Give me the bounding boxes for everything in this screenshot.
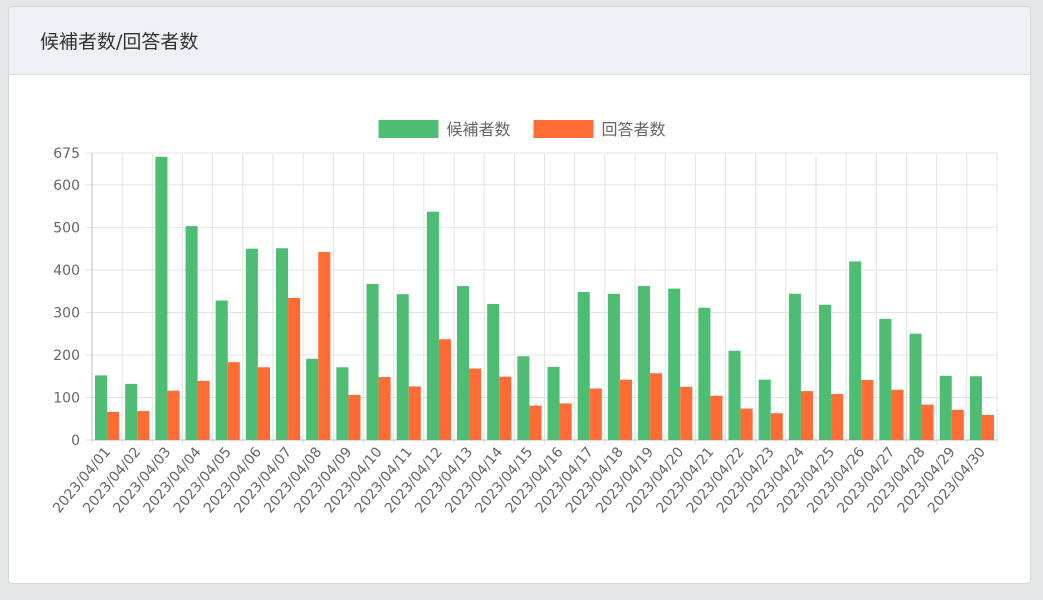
bar-respondents (650, 373, 663, 440)
bar-candidates (728, 350, 741, 440)
bar-respondents (408, 386, 421, 440)
bar-respondents (831, 394, 844, 440)
bar-respondents (227, 362, 240, 440)
legend-label: 回答者数 (602, 120, 666, 139)
y-tick-label: 0 (71, 433, 80, 449)
bar-candidates (396, 294, 409, 440)
bar-candidates (125, 383, 138, 440)
legend-label: 候補者数 (447, 120, 511, 139)
bar-candidates (758, 379, 771, 440)
bar-respondents (589, 388, 602, 440)
bar-candidates (457, 286, 470, 440)
bar-respondents (137, 411, 150, 440)
bar-candidates (638, 286, 651, 440)
bar-respondents (378, 377, 391, 440)
y-tick-label: 600 (53, 178, 80, 194)
bar-candidates (819, 304, 832, 440)
bar-respondents (197, 380, 210, 440)
chart-area: 0 100 200 300 400 500 600 675 2023/04/01 2023/04/… (9, 76, 1030, 583)
bar-respondents (981, 414, 994, 440)
card-title: 候補者数/回答者数 (40, 31, 199, 53)
y-tick-label: 400 (53, 263, 80, 279)
bar-respondents (770, 413, 783, 440)
bar-respondents (559, 403, 572, 440)
bar-candidates (698, 307, 711, 440)
bar-candidates (366, 283, 379, 440)
bar-respondents (348, 394, 361, 440)
y-tick-label: 100 (53, 390, 80, 406)
y-tick-label: 200 (53, 348, 80, 364)
bar-respondents (861, 380, 874, 440)
bar-candidates (969, 376, 982, 440)
bar-candidates (517, 356, 530, 440)
bar-candidates (95, 375, 108, 440)
legend-swatch (533, 120, 594, 138)
bar-candidates (849, 261, 862, 440)
bar-candidates (155, 156, 168, 440)
bar-candidates (185, 226, 198, 440)
bar-candidates (426, 211, 439, 440)
bar-candidates (487, 303, 500, 440)
y-tick-label: 675 (53, 146, 80, 162)
bar-respondents (529, 405, 542, 440)
bar-respondents (951, 409, 964, 440)
bar-candidates (939, 375, 952, 440)
card-header: 候補者数/回答者数 (9, 7, 1030, 75)
bar-candidates (276, 248, 289, 440)
bar-respondents (438, 339, 451, 440)
bar-respondents (469, 368, 482, 440)
bar-candidates (788, 293, 801, 440)
bar-respondents (288, 297, 301, 440)
y-tick-label: 300 (53, 305, 80, 321)
bar-respondents (800, 391, 813, 440)
bar-candidates (879, 318, 892, 440)
bar-candidates (215, 300, 228, 440)
bar-candidates (336, 367, 349, 440)
bar-respondents (740, 408, 753, 440)
chart-card: 候補者数/回答者数 0 100 200 300 400 500 600 675 2023/04/… (8, 6, 1031, 584)
bar-candidates (668, 288, 681, 440)
bar-chart: 01002003004005006006752023/04/012023/04/… (50, 120, 998, 516)
bar-respondents (107, 411, 120, 440)
bar-candidates (547, 366, 560, 440)
legend-swatch (378, 120, 439, 138)
bar-respondents (257, 367, 270, 440)
bar-respondents (921, 404, 934, 440)
bar-respondents (891, 389, 904, 440)
bar-candidates (607, 293, 620, 440)
bar-respondents (499, 376, 512, 440)
bar-respondents (680, 386, 693, 440)
y-tick-label: 500 (53, 220, 80, 236)
bar-respondents (710, 395, 723, 440)
bar-candidates (245, 248, 258, 440)
bar-candidates (909, 333, 922, 440)
bar-candidates (577, 292, 590, 440)
bar-candidates (306, 358, 319, 440)
bar-respondents (167, 390, 180, 440)
bar-respondents (318, 252, 331, 440)
bar-respondents (619, 379, 632, 440)
